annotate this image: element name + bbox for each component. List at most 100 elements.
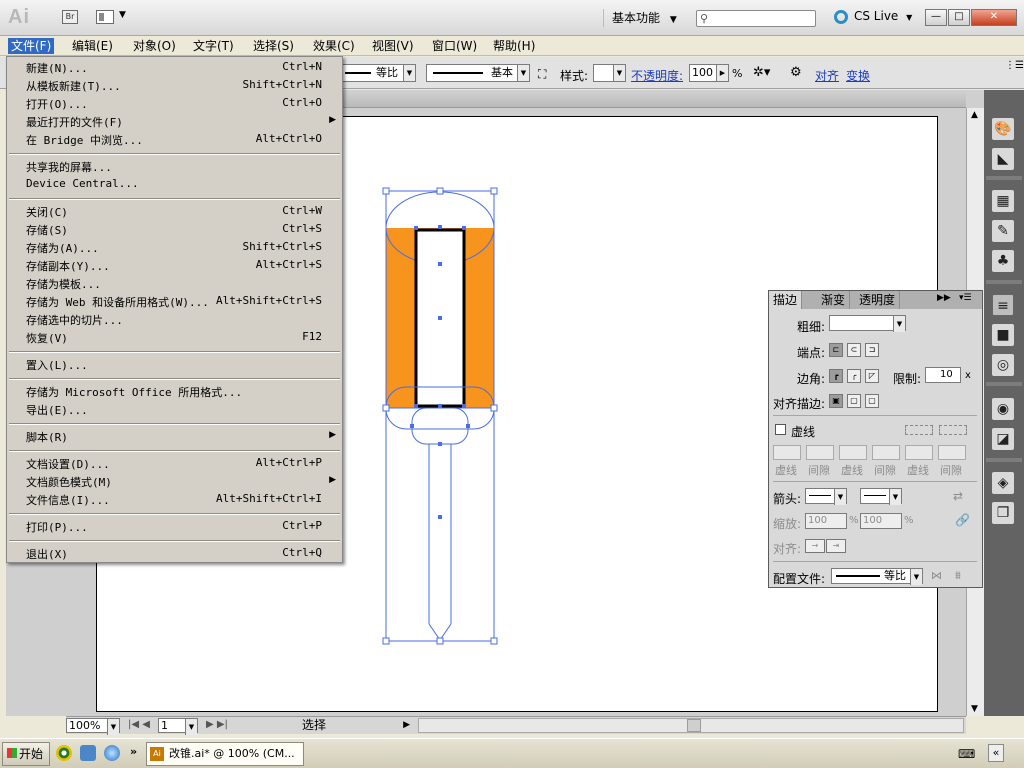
quick-launch-icon[interactable] bbox=[80, 745, 96, 761]
ie-icon[interactable] bbox=[104, 745, 120, 761]
minimize-button[interactable]: — bbox=[925, 9, 947, 26]
dash-preserve-icon[interactable] bbox=[905, 425, 933, 435]
color-panel-icon[interactable]: 🎨 bbox=[992, 118, 1014, 140]
chevron-down-icon[interactable]: ▼ bbox=[119, 10, 126, 20]
round-cap-icon[interactable]: ⊂ bbox=[847, 343, 861, 357]
bridge-button[interactable]: Br bbox=[62, 10, 78, 24]
end-scale-input[interactable]: 100 bbox=[860, 513, 902, 529]
file-menu-item[interactable]: 脚本(R) ▶ bbox=[7, 428, 342, 445]
butt-cap-icon[interactable]: ⊏ bbox=[829, 343, 843, 357]
round-join-icon[interactable]: ╭ bbox=[847, 369, 861, 383]
gap-1-input[interactable] bbox=[806, 445, 834, 460]
file-menu-item[interactable]: 存储为 Web 和设备所用格式(W)... Alt+Shift+Ctrl+S bbox=[7, 293, 342, 310]
file-menu-item[interactable]: 从模板新建(T)... Shift+Ctrl+N bbox=[7, 77, 342, 94]
file-menu-item[interactable]: 共享我的屏幕... bbox=[7, 158, 342, 175]
align-outside-icon[interactable]: ▢ bbox=[865, 394, 879, 408]
swatches-icon[interactable]: ▦ bbox=[992, 190, 1014, 212]
miter-limit-input[interactable]: 10 bbox=[925, 367, 961, 383]
file-menu-item[interactable]: 退出(X) Ctrl+Q bbox=[7, 545, 342, 562]
file-menu-item[interactable]: 在 Bridge 中浏览... Alt+Ctrl+O bbox=[7, 131, 342, 148]
arrange-documents-icon[interactable] bbox=[96, 10, 114, 24]
file-menu-item[interactable]: 恢复(V) F12 bbox=[7, 329, 342, 346]
file-menu-item[interactable]: 存储为 Microsoft Office 所用格式... bbox=[7, 383, 342, 400]
dashed-line-checkbox[interactable] bbox=[775, 424, 786, 435]
status-selection-label[interactable]: 选择 ▶ bbox=[236, 718, 412, 733]
stroke-weight-input[interactable]: ▼ bbox=[829, 315, 906, 332]
menu-effect[interactable]: 效果(C) bbox=[310, 38, 358, 54]
align-inside-icon[interactable]: ▢ bbox=[847, 394, 861, 408]
layers-icon[interactable]: ◈ bbox=[992, 472, 1014, 494]
menu-help[interactable]: 帮助(H) bbox=[490, 38, 538, 54]
transform-link[interactable]: 变换 bbox=[846, 67, 870, 84]
arrow-at-end-icon[interactable]: ⇥ bbox=[826, 539, 846, 553]
menu-view[interactable]: 视图(V) bbox=[369, 38, 417, 54]
scroll-up-icon[interactable]: ▲ bbox=[971, 110, 978, 120]
flip-along-icon[interactable]: ⋈ bbox=[931, 569, 942, 582]
dash-1-input[interactable] bbox=[773, 445, 801, 460]
file-menu-item[interactable]: 存储副本(Y)... Alt+Ctrl+S bbox=[7, 257, 342, 274]
tray-expand-icon[interactable]: « bbox=[988, 744, 1004, 762]
dash-2-input[interactable] bbox=[839, 445, 867, 460]
keyboard-icon[interactable]: ⌨ bbox=[958, 747, 975, 761]
brush-definition-select[interactable]: 基本 ▼ bbox=[426, 64, 530, 82]
dash-align-icon[interactable] bbox=[939, 425, 967, 435]
file-menu-item[interactable]: 打印(P)... Ctrl+P bbox=[7, 518, 342, 535]
variable-width-profile-select[interactable]: 等比 ▼ bbox=[342, 64, 416, 82]
align-link[interactable]: 对齐 bbox=[815, 67, 839, 84]
file-menu-item[interactable]: 关闭(C) Ctrl+W bbox=[7, 203, 342, 220]
menu-select[interactable]: 选择(S) bbox=[250, 38, 297, 54]
search-input[interactable]: ⚲ bbox=[696, 10, 816, 27]
bevel-join-icon[interactable]: ◸ bbox=[865, 369, 879, 383]
close-button[interactable]: ✕ bbox=[971, 9, 1017, 26]
panel-collapse-icon[interactable]: ▶▶ bbox=[937, 293, 951, 303]
file-menu-item[interactable]: 存储为模板... bbox=[7, 275, 342, 292]
horizontal-scroll-thumb[interactable] bbox=[687, 719, 701, 732]
swap-arrowheads-icon[interactable]: ⇄ bbox=[953, 489, 963, 503]
panel-menu-icon[interactable]: ⋮☰ bbox=[1005, 60, 1024, 71]
taskbar-illustrator-item[interactable]: Ai 改锥.ai* @ 100% (CM... bbox=[146, 742, 304, 766]
gradient-panel-icon[interactable]: ■ bbox=[992, 324, 1014, 346]
next-artboard-icon[interactable]: ▶ ▶| bbox=[206, 719, 228, 730]
file-menu-item[interactable]: 文件信息(I)... Alt+Shift+Ctrl+I bbox=[7, 491, 342, 508]
file-menu-item[interactable]: 文档设置(D)... Alt+Ctrl+P bbox=[7, 455, 342, 472]
screwdriver-artwork[interactable] bbox=[370, 180, 510, 650]
file-menu-item[interactable]: 存储(S) Ctrl+S bbox=[7, 221, 342, 238]
file-menu-item[interactable]: 存储选中的切片... bbox=[7, 311, 342, 328]
select-similar-icon[interactable]: ✲▾ bbox=[753, 65, 770, 80]
artboard-number-select[interactable]: 1 ▼ bbox=[158, 718, 198, 735]
start-button[interactable]: 开始 bbox=[2, 742, 50, 766]
chrome-icon[interactable] bbox=[56, 745, 72, 761]
start-scale-input[interactable]: 100 bbox=[805, 513, 847, 529]
symbols-icon[interactable]: ♣ bbox=[992, 250, 1014, 272]
workspace-switcher[interactable]: 基本功能 ▼ bbox=[603, 9, 683, 27]
file-menu-item[interactable]: 导出(E)... bbox=[7, 401, 342, 418]
gap-3-input[interactable] bbox=[938, 445, 966, 460]
menu-object[interactable]: 对象(O) bbox=[130, 38, 179, 54]
document-setup-icon[interactable]: ⚙ bbox=[790, 65, 802, 80]
file-menu-item[interactable]: 最近打开的文件(F) ▶ bbox=[7, 113, 342, 130]
file-menu-item[interactable]: 置入(L)... bbox=[7, 356, 342, 373]
projecting-cap-icon[interactable]: ⊐ bbox=[865, 343, 879, 357]
file-menu-item[interactable]: 文档颜色模式(M) ▶ bbox=[7, 473, 342, 490]
menu-window[interactable]: 窗口(W) bbox=[429, 38, 480, 54]
panel-menu-icon[interactable]: ▾☰ bbox=[959, 293, 972, 303]
stroke-profile-select[interactable]: 等比 ▼ bbox=[831, 568, 923, 585]
file-menu-item[interactable]: Device Central... bbox=[7, 176, 342, 193]
miter-join-icon[interactable]: ┏ bbox=[829, 369, 843, 383]
start-arrowhead-select[interactable]: ▼ bbox=[805, 488, 847, 505]
stroke-panel-icon[interactable]: ≡ bbox=[992, 294, 1014, 316]
end-arrowhead-select[interactable]: ▼ bbox=[860, 488, 902, 505]
tab-stroke[interactable]: 描边 bbox=[769, 291, 803, 309]
brushes-icon[interactable]: ✎ bbox=[992, 220, 1014, 242]
dash-3-input[interactable] bbox=[905, 445, 933, 460]
maximize-button[interactable]: □ bbox=[948, 9, 970, 26]
first-artboard-icon[interactable]: |◀ ◀ bbox=[128, 719, 150, 730]
arrow-beyond-end-icon[interactable]: → bbox=[805, 539, 825, 553]
tab-gradient[interactable]: 渐变 bbox=[817, 291, 851, 309]
zoom-select[interactable]: 100% ▼ bbox=[66, 718, 120, 735]
tab-transparency[interactable]: 透明度 bbox=[855, 291, 901, 309]
appearance-icon[interactable]: ◉ bbox=[992, 398, 1014, 420]
align-center-icon[interactable]: ▣ bbox=[829, 394, 843, 408]
file-menu-item[interactable]: 新建(N)... Ctrl+N bbox=[7, 59, 342, 76]
artboards-icon[interactable]: ❐ bbox=[992, 502, 1014, 524]
